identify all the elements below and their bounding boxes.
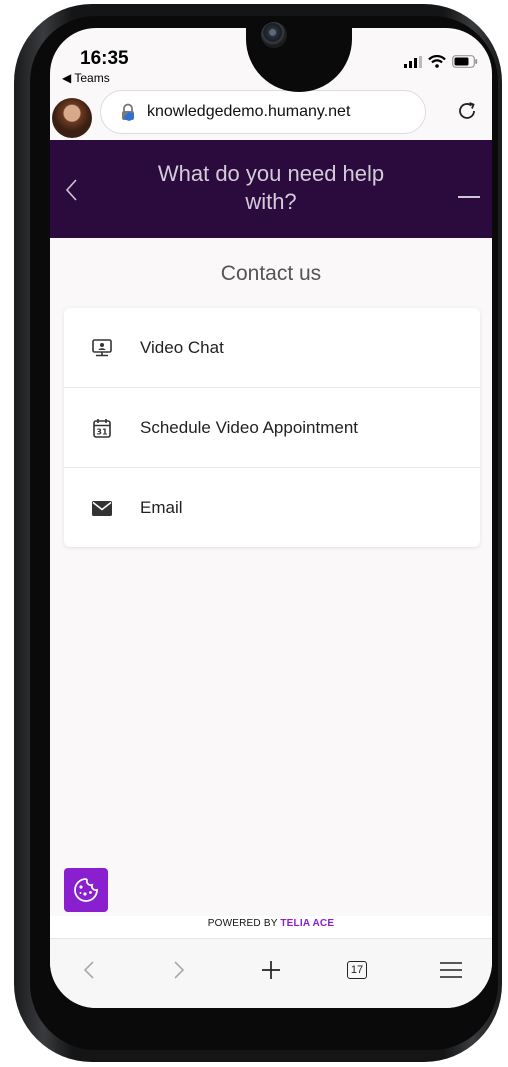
status-icons: [404, 55, 478, 68]
url-text: knowledgedemo.humany.net: [147, 103, 351, 120]
minimize-icon[interactable]: [458, 196, 480, 198]
tabs-button[interactable]: 17: [342, 955, 372, 985]
contact-title: Contact us: [220, 262, 322, 285]
reload-icon[interactable]: [456, 100, 478, 122]
powered-by-footer: POWERED BY TELIA ACE: [50, 916, 492, 940]
hamburger-menu-icon: [440, 962, 462, 978]
front-camera: [261, 22, 287, 48]
signal-icon: [404, 55, 422, 68]
svg-text:31: 31: [96, 428, 108, 437]
envelope-icon: [92, 498, 112, 518]
phone-screen: 16:35 ◀ Teams knowledgedemo.humany.net W…: [50, 28, 492, 1008]
email-option[interactable]: Email: [64, 467, 480, 548]
header-title: What do you need help with?: [157, 161, 385, 214]
powered-by-brand[interactable]: TELIA ACE: [280, 918, 334, 929]
option-label: Email: [140, 498, 183, 517]
tab-count: 17: [347, 961, 367, 979]
wifi-icon: [428, 55, 446, 68]
browser-back-button[interactable]: [74, 955, 104, 985]
avatar[interactable]: [52, 98, 92, 138]
powered-by-text: POWERED BY: [207, 918, 281, 929]
back-chevron-icon[interactable]: [64, 178, 78, 202]
chevron-left-icon: [83, 961, 94, 979]
plus-icon: [262, 961, 280, 979]
help-header: What do you need help with?: [50, 140, 492, 238]
menu-button[interactable]: [436, 955, 466, 985]
battery-icon: [452, 55, 478, 68]
cookie-settings-button[interactable]: [64, 868, 108, 912]
new-tab-button[interactable]: [256, 955, 286, 985]
option-label: Schedule Video Appointment: [140, 418, 359, 437]
contact-options-card: Video Chat 31 Schedule Video Appointment…: [64, 308, 480, 547]
status-time: 16:35: [80, 48, 129, 69]
cookie-icon: [74, 878, 98, 902]
browser-toolbar: 17: [50, 938, 492, 1008]
option-label: Video Chat: [140, 338, 224, 357]
video-chat-icon: [92, 338, 112, 358]
calendar-icon: 31: [92, 418, 112, 438]
address-bar[interactable]: knowledgedemo.humany.net: [100, 90, 426, 134]
chevron-right-icon: [174, 961, 185, 979]
video-chat-option[interactable]: Video Chat: [64, 308, 480, 388]
schedule-appointment-option[interactable]: 31 Schedule Video Appointment: [64, 387, 480, 468]
site-lock-icon: [122, 103, 134, 121]
back-to-app-link[interactable]: ◀ Teams: [62, 71, 110, 85]
browser-forward-button[interactable]: [164, 955, 194, 985]
